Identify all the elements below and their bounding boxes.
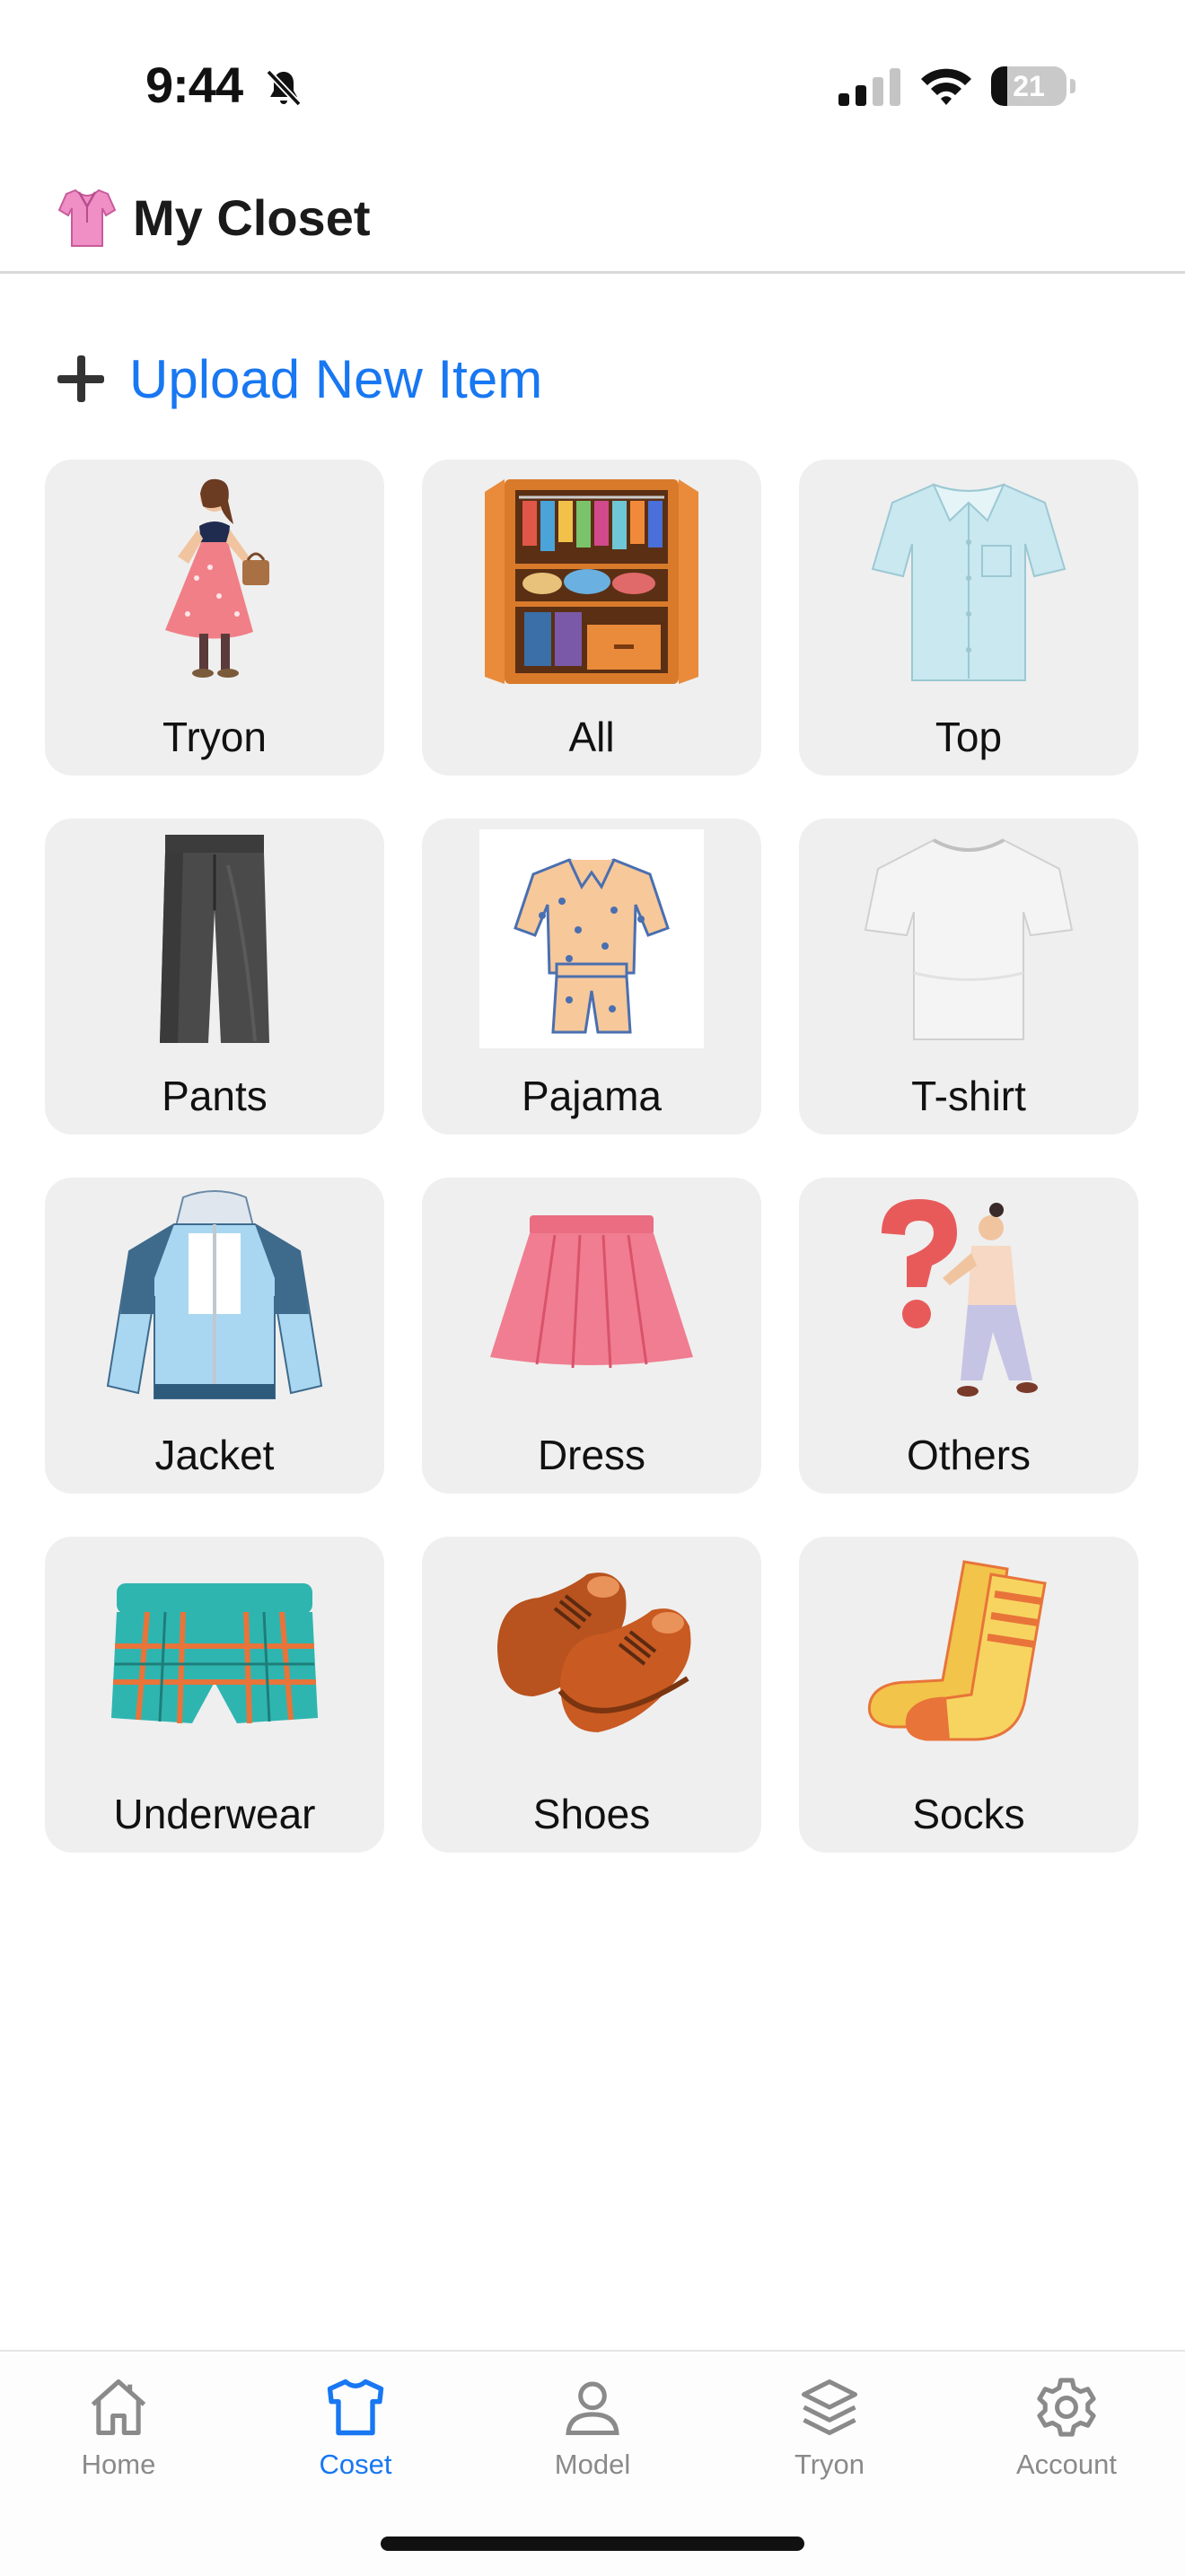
- tab-model[interactable]: Model: [503, 2368, 682, 2502]
- tab-coset[interactable]: Coset: [266, 2368, 445, 2502]
- category-card-shoes[interactable]: Shoes: [422, 1537, 761, 1853]
- status-time: 9:44: [145, 57, 243, 113]
- category-label: Underwear: [113, 1791, 316, 1837]
- category-label: Others: [906, 1432, 1031, 1478]
- upload-label: Upload New Item: [129, 348, 543, 409]
- person-icon: [566, 2381, 619, 2436]
- home-indicator[interactable]: [381, 2537, 804, 2551]
- tab-tryon[interactable]: Tryon: [740, 2368, 919, 2502]
- category-card-tshirt[interactable]: T-shirt: [799, 819, 1138, 1135]
- category-label: Shoes: [532, 1791, 651, 1837]
- category-card-pajama[interactable]: Pajama: [422, 819, 761, 1135]
- jacket-illustration: [106, 1190, 323, 1399]
- question-person-illustration: [882, 1199, 1038, 1397]
- tab-home[interactable]: Home: [29, 2368, 208, 2502]
- battery-level: 21: [1013, 70, 1045, 102]
- shoes-illustration: [497, 1573, 691, 1732]
- category-label: Pajama: [522, 1073, 662, 1119]
- cellular-signal-icon: [838, 68, 900, 106]
- tshirt-icon: [327, 2379, 384, 2436]
- bell-muted-icon: [266, 69, 302, 107]
- house-icon: [91, 2379, 146, 2436]
- tshirt-illustration: [864, 838, 1074, 1040]
- layers-icon: [801, 2379, 858, 2436]
- socks-illustration: [868, 1560, 1047, 1741]
- tab-label: Account: [1015, 2449, 1117, 2480]
- pink-blouse-icon: [57, 188, 117, 247]
- category-card-all[interactable]: All: [422, 460, 761, 775]
- gear-icon: [1037, 2378, 1096, 2437]
- category-label: Dress: [537, 1432, 646, 1478]
- status-bar: 9:44 21: [0, 0, 1185, 171]
- category-label: Top: [935, 714, 1003, 760]
- woman-in-dress-illustration: [165, 478, 269, 678]
- pajama-illustration: [479, 829, 704, 1048]
- category-card-others[interactable]: Others: [799, 1178, 1138, 1494]
- wardrobe-illustration: [485, 479, 698, 684]
- pants-illustration: [160, 835, 269, 1043]
- category-label: All: [568, 714, 615, 760]
- category-label: Jacket: [154, 1432, 275, 1478]
- shirt-illustration: [871, 483, 1066, 681]
- battery-indicator: 21: [991, 66, 1077, 108]
- category-label: Pants: [162, 1073, 268, 1119]
- tab-account[interactable]: Account: [977, 2368, 1156, 2502]
- category-card-socks[interactable]: Socks: [799, 1537, 1138, 1853]
- tab-label: Coset: [319, 2449, 392, 2480]
- category-card-top[interactable]: Top: [799, 460, 1138, 775]
- plus-icon: [56, 354, 106, 404]
- category-label: Socks: [912, 1791, 1025, 1837]
- category-label: Tryon: [162, 714, 267, 760]
- tab-label: Tryon: [794, 2449, 865, 2480]
- skirt-illustration: [490, 1215, 693, 1369]
- app-header: My Closet: [0, 171, 1185, 274]
- tab-label: Model: [554, 2449, 631, 2480]
- tab-label: Home: [81, 2449, 156, 2480]
- category-card-jacket[interactable]: Jacket: [45, 1178, 384, 1494]
- wifi-icon: [921, 68, 971, 105]
- page-title: My Closet: [133, 189, 371, 246]
- category-card-dress[interactable]: Dress: [422, 1178, 761, 1494]
- category-grid: Tryon All Top Pants Pajama T-shirt Jacke…: [45, 460, 1140, 1853]
- boxer-illustration: [111, 1583, 318, 1724]
- category-card-tryon[interactable]: Tryon: [45, 460, 384, 775]
- upload-new-item-button[interactable]: Upload New Item: [56, 346, 542, 411]
- category-card-underwear[interactable]: Underwear: [45, 1537, 384, 1853]
- category-label: T-shirt: [911, 1073, 1026, 1119]
- category-card-pants[interactable]: Pants: [45, 819, 384, 1135]
